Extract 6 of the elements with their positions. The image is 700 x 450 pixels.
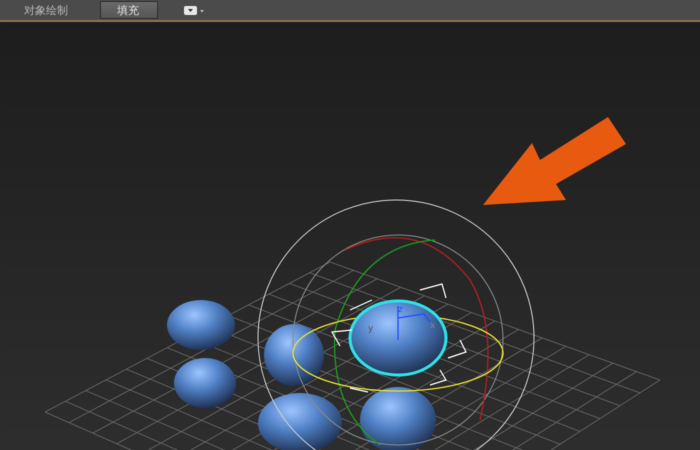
- axis-label: z: [398, 305, 403, 315]
- axis-label: x: [430, 321, 436, 331]
- caret-icon: [184, 6, 204, 14]
- axis-label: y: [368, 324, 374, 334]
- toolbar-label: 对象绘制: [24, 2, 69, 18]
- fill-tab[interactable]: 填充: [100, 1, 158, 19]
